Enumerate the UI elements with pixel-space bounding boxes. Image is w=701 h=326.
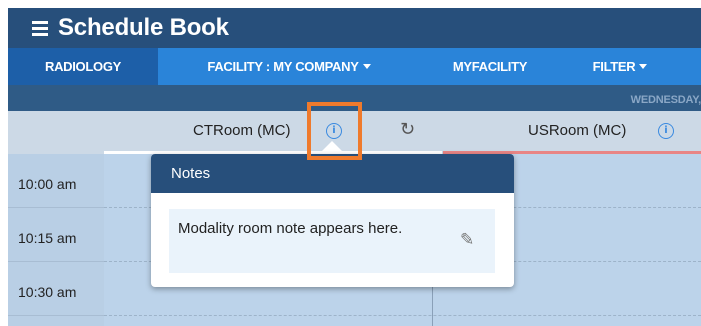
app-title: Schedule Book xyxy=(58,14,229,41)
nav-facility-dropdown[interactable]: FACILITY : MY COMPANY xyxy=(158,48,420,85)
nav-filter-dropdown[interactable]: FILTER xyxy=(560,48,680,85)
room-name-ctroom: CTRoom (MC) xyxy=(193,122,291,139)
chevron-down-icon xyxy=(362,64,371,69)
chevron-down-icon xyxy=(639,64,648,69)
nav-filter-label: FILTER xyxy=(592,59,636,74)
schedule-book-window: Schedule Book RADIOLOGY FACILITY : MY CO… xyxy=(0,0,701,326)
refresh-icon[interactable]: ↻ xyxy=(400,119,415,140)
note-item: Modality room note appears here. ✎ xyxy=(169,209,495,273)
info-icon[interactable]: i xyxy=(658,123,674,139)
time-slot: 10:00 am xyxy=(18,176,77,192)
nav-radiology[interactable]: RADIOLOGY xyxy=(8,48,158,85)
nav-myfacility[interactable]: MYFACILITY xyxy=(420,48,560,85)
time-column: 10:00 am 10:15 am 10:30 am xyxy=(8,154,104,326)
highlight-box xyxy=(307,102,362,160)
time-divider xyxy=(8,207,104,208)
nav-radiology-label: RADIOLOGY xyxy=(44,59,122,74)
nav-facility-label: FACILITY : MY COMPANY xyxy=(207,59,359,74)
pencil-icon[interactable]: ✎ xyxy=(460,230,474,250)
time-divider xyxy=(8,315,104,316)
nav-bar: RADIOLOGY FACILITY : MY COMPANY MYFACILI… xyxy=(8,48,701,85)
day-label: WEDNESDAY, xyxy=(630,94,701,106)
room-name-usroom: USRoom (MC) xyxy=(528,122,627,139)
grid-line xyxy=(104,315,701,316)
notes-popover: Notes Modality room note appears here. ✎ xyxy=(151,154,514,287)
title-bar: Schedule Book xyxy=(8,8,701,48)
time-slot: 10:30 am xyxy=(18,284,77,300)
time-slot: 10:15 am xyxy=(18,230,77,246)
nav-myfacility-label: MYFACILITY xyxy=(452,59,528,74)
note-text: Modality room note appears here. xyxy=(178,220,403,237)
time-divider xyxy=(8,261,104,262)
